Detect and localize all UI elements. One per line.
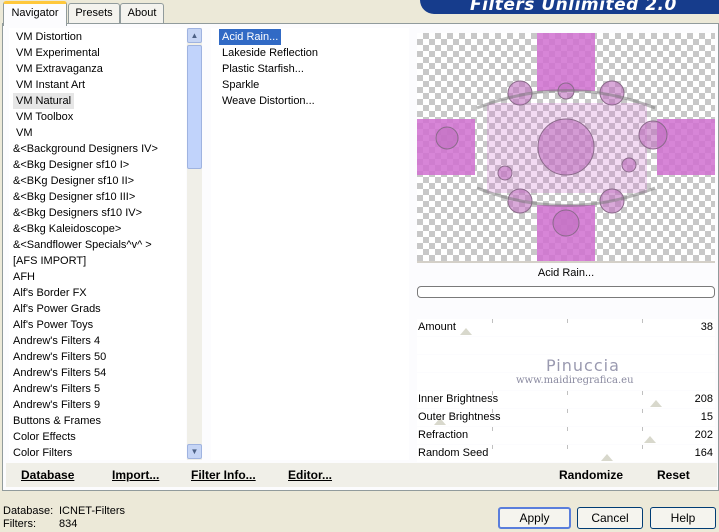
scroll-down-icon[interactable]: ▼ [187, 444, 202, 459]
filter-item[interactable]: Plastic Starfish... [219, 61, 307, 77]
category-item[interactable]: Buttons & Frames [10, 413, 104, 429]
category-item[interactable]: AFH [10, 269, 38, 285]
watermark-name: Pinuccia [546, 356, 620, 375]
category-item[interactable]: Andrew's Filters 5 [10, 381, 103, 397]
category-item[interactable]: Andrew's Filters 54 [10, 365, 109, 381]
category-item[interactable]: VM Toolbox [13, 109, 76, 125]
slider-tick [642, 391, 643, 395]
reset-button[interactable]: Reset [657, 468, 690, 482]
slider-label: Inner Brightness [418, 393, 499, 405]
category-item[interactable]: Alf's Border FX [10, 285, 90, 301]
slider-value: 202 [694, 429, 713, 441]
database-status-label: Database: [3, 505, 54, 517]
slider-tick [642, 319, 643, 323]
slider-tick [492, 445, 493, 449]
tab-about[interactable]: About [120, 3, 164, 23]
slider-value: 164 [694, 447, 713, 459]
slider-value: 15 [700, 411, 713, 423]
slider-value: 208 [694, 393, 713, 405]
tab-presets[interactable]: Presets [68, 3, 120, 23]
cancel-button[interactable]: Cancel [577, 507, 643, 529]
category-item[interactable]: VM Natural [13, 93, 75, 109]
category-item[interactable]: Andrew's Filters 9 [10, 397, 103, 413]
category-item[interactable]: &<Sandflower Specials^v^ > [10, 237, 155, 253]
slider-label: Amount [418, 321, 456, 333]
scroll-thumb[interactable] [187, 45, 202, 169]
slider-knob[interactable] [650, 400, 662, 407]
empty-slider-1 [417, 337, 715, 354]
category-item[interactable]: &<Bkg Kaleidoscope> [10, 221, 124, 237]
slider-label: Refraction [418, 429, 469, 441]
slider-tick [567, 409, 568, 413]
slider-tick [642, 445, 643, 449]
slider-tick [567, 427, 568, 431]
help-button[interactable]: Help [650, 507, 716, 529]
watermark-url: www.maidiregrafica.eu [516, 375, 634, 386]
scroll-up-icon[interactable]: ▲ [187, 28, 202, 43]
filter-item[interactable]: Weave Distortion... [219, 93, 318, 109]
filters-count-label: Filters: [3, 518, 36, 530]
category-item[interactable]: Alf's Power Toys [10, 317, 96, 333]
category-item[interactable]: Andrew's Filters 4 [10, 333, 103, 349]
slider-tick [642, 427, 643, 431]
slider-outer-brightness[interactable]: Outer Brightness 15 [417, 409, 715, 426]
slider-random-seed[interactable]: Random Seed 164 [417, 445, 715, 462]
effect-preview [417, 33, 715, 261]
slider-tick [567, 445, 568, 449]
slider-tick [492, 427, 493, 431]
database-button[interactable]: Database [21, 468, 74, 482]
preview-separator [417, 261, 715, 263]
slider-knob[interactable] [460, 328, 472, 335]
apply-button[interactable]: Apply [498, 507, 571, 529]
filter-info-button[interactable]: Filter Info... [191, 468, 256, 482]
category-item[interactable]: VM Experimental [13, 45, 103, 61]
category-item[interactable]: &<Bkg Designer sf10 I> [10, 157, 132, 173]
category-item[interactable]: Alf's Power Grads [10, 301, 104, 317]
filter-item[interactable]: Lakeside Reflection [219, 45, 321, 61]
slider-tick [492, 319, 493, 323]
slider-knob[interactable] [601, 454, 613, 461]
preview-filter-label: Acid Rain... [537, 267, 595, 279]
category-item[interactable]: [AFS IMPORT] [10, 253, 89, 269]
category-item[interactable]: VM Instant Art [13, 77, 88, 93]
category-item[interactable]: VM [13, 125, 36, 141]
category-item[interactable]: VM Extravaganza [13, 61, 106, 77]
category-item[interactable]: &<Bkg Designer sf10 III> [10, 189, 138, 205]
editor-button[interactable]: Editor... [288, 468, 332, 482]
category-item[interactable]: &<BKg Designer sf10 II> [10, 173, 137, 189]
tab-navigator[interactable]: Navigator [3, 1, 67, 26]
preview-image [417, 33, 715, 261]
slider-knob[interactable] [644, 436, 656, 443]
category-item[interactable]: VM Distortion [13, 29, 85, 45]
slider-label: Outer Brightness [418, 411, 501, 423]
slider-inner-brightness[interactable]: Inner Brightness 208 [417, 391, 715, 408]
category-item[interactable]: Color Effects [10, 429, 79, 445]
slider-value: 38 [700, 321, 713, 333]
filter-item[interactable]: Sparkle [219, 77, 262, 93]
slider-label: Random Seed [418, 447, 489, 459]
slider-refraction[interactable]: Refraction 202 [417, 427, 715, 444]
progress-bar [417, 286, 715, 298]
import-button[interactable]: Import... [112, 468, 159, 482]
slider-amount[interactable]: Amount 38 [417, 319, 715, 336]
slider-tick [567, 319, 568, 323]
category-item[interactable]: &<Background Designers IV> [10, 141, 161, 157]
category-item[interactable]: &<Bkg Designers sf10 IV> [10, 205, 145, 221]
category-item[interactable]: Color Filters [10, 445, 75, 460]
filter-list[interactable]: Acid Rain... Lakeside Reflection Plastic S… [211, 28, 409, 460]
filter-item[interactable]: Acid Rain... [219, 29, 282, 45]
category-list[interactable]: VM Distortion VM Experimental VM Extravaga… [9, 28, 186, 460]
database-status-value: ICNET-Filters [59, 505, 125, 517]
randomize-button[interactable]: Randomize [559, 468, 623, 482]
filters-count-value: 834 [59, 518, 78, 530]
category-item[interactable]: Andrew's Filters 50 [10, 349, 109, 365]
slider-tick [567, 391, 568, 395]
slider-tick [642, 409, 643, 413]
banner-title: Filters Unlimited 2.0 [470, 0, 677, 14]
category-scrollbar[interactable]: ▲ ▼ [187, 28, 202, 460]
app-banner: Filters Unlimited 2.0 [420, 0, 719, 14]
